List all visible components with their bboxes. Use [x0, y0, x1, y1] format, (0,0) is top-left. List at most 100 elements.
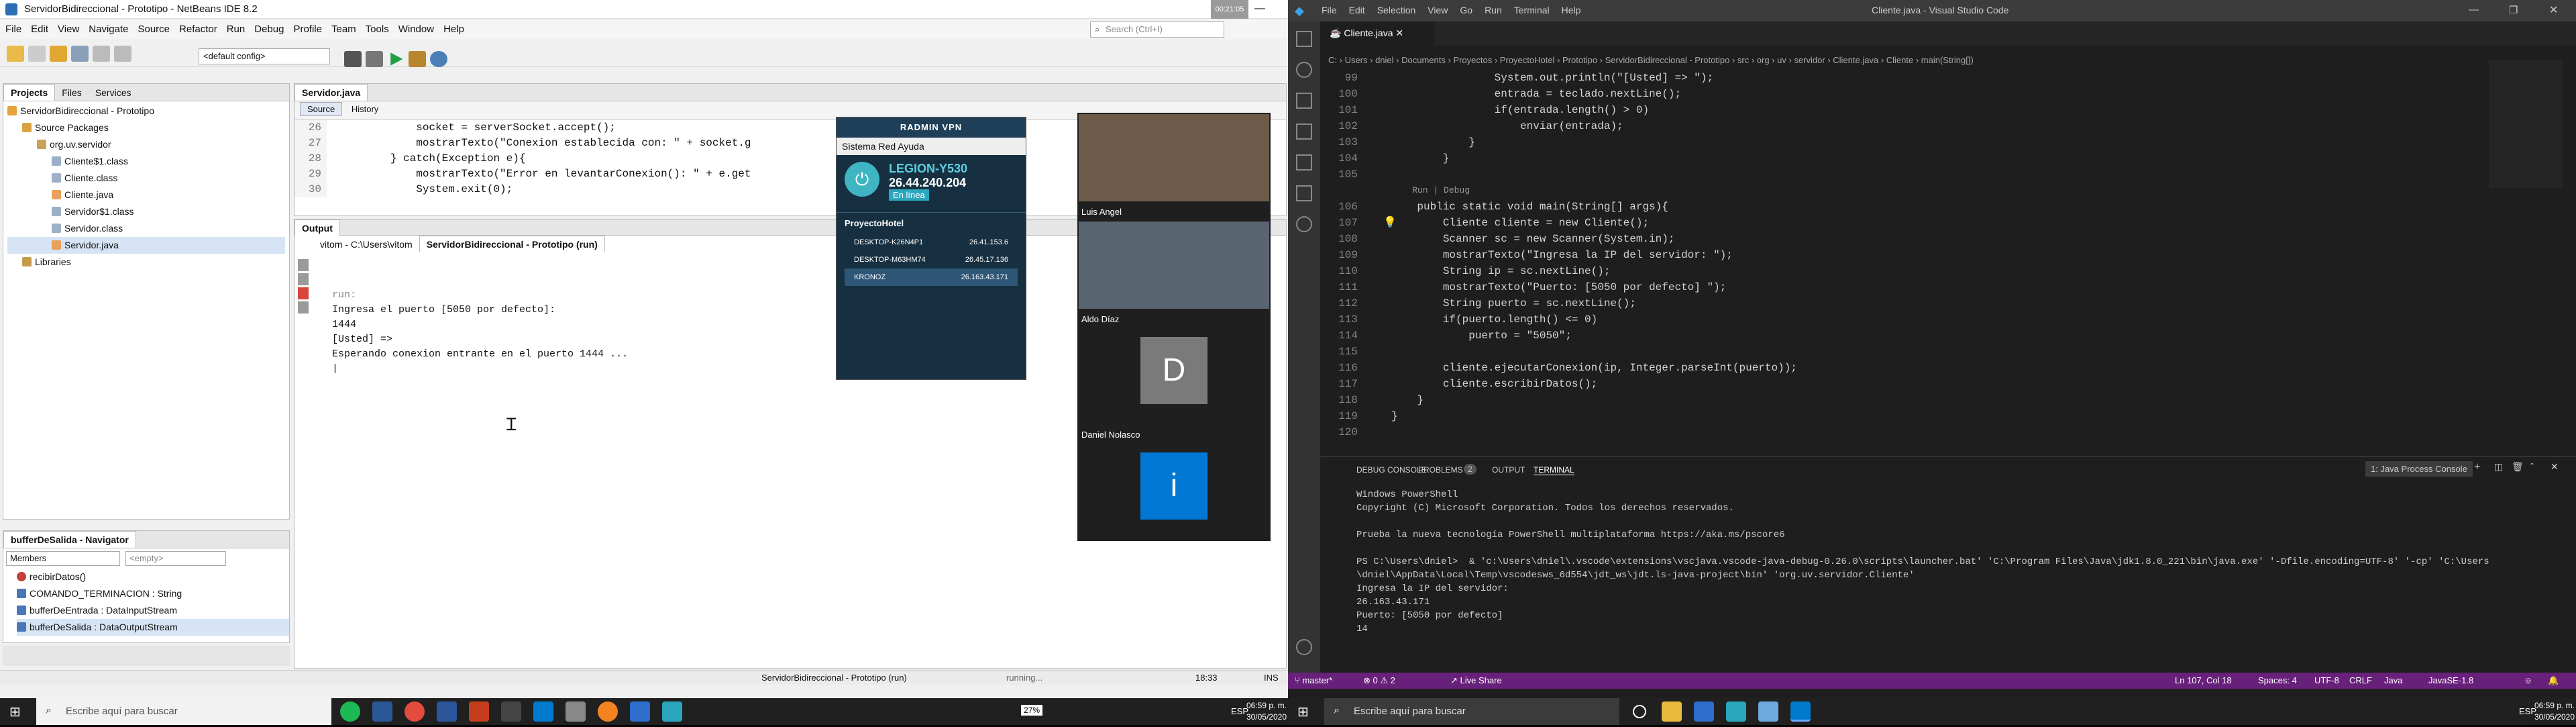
new-project-icon[interactable] [7, 46, 24, 62]
menu-view[interactable]: View [58, 20, 79, 39]
menu-go[interactable]: Go [1460, 5, 1472, 15]
language-status[interactable]: Java [2384, 673, 2402, 689]
participant-tile[interactable]: D Daniel Nolasco [1079, 337, 1269, 443]
source-control-icon[interactable] [1296, 93, 1312, 109]
profile-icon[interactable] [430, 51, 447, 67]
add-terminal-icon[interactable]: + [2474, 461, 2480, 473]
trash-icon[interactable]: 🗑 [2512, 461, 2524, 473]
tree-item[interactable]: Libraries [7, 254, 285, 271]
tab-history[interactable]: History [345, 103, 385, 115]
clock[interactable]: 06:59 p. m. 30/05/2020 [1233, 700, 1287, 723]
menu-view[interactable]: View [1428, 5, 1448, 15]
config-select[interactable]: <default config> [199, 48, 330, 64]
settings-icon[interactable] [298, 301, 309, 313]
menu-navigate[interactable]: Navigate [89, 20, 128, 39]
participant-tile[interactable]: i ibet ortiz [1079, 452, 1269, 559]
tab-projects[interactable]: Projects [3, 84, 56, 101]
menu-sistema[interactable]: Sistema [842, 141, 876, 152]
feedback-icon[interactable]: ☺ [2524, 673, 2532, 689]
tab-source[interactable]: Source [300, 102, 343, 116]
menu-run[interactable]: Run [1485, 5, 1502, 15]
navigator-filter-select[interactable]: Members [6, 551, 120, 566]
git-branch[interactable]: ⑂ master* [1295, 673, 1332, 689]
explorer-icon[interactable] [1296, 31, 1312, 47]
breadcrumb-item[interactable]: Documents [1401, 55, 1446, 65]
tree-item[interactable]: Cliente$1.class [7, 153, 285, 170]
menu-source[interactable]: Source [138, 20, 170, 39]
peer-row-selected[interactable]: KRONOZ 26.163.43.171 [845, 269, 1018, 286]
menu-red[interactable]: Red [878, 141, 896, 152]
tree-item[interactable]: Cliente.class [7, 170, 285, 187]
breadcrumb-item[interactable]: Cliente [1886, 55, 1913, 65]
new-file-icon[interactable] [28, 46, 46, 62]
clean-build-icon[interactable] [366, 51, 383, 67]
peer-row[interactable]: DESKTOP-K26N4P1 26.41.153.6 [845, 234, 1018, 251]
radmin-icon[interactable] [1726, 701, 1746, 722]
debug-icon[interactable] [409, 51, 426, 67]
jre-status[interactable]: JavaSE-1.8 [2428, 673, 2473, 689]
app-icon[interactable] [598, 701, 618, 722]
teams-icon[interactable] [630, 701, 650, 722]
vscode-icon[interactable] [533, 701, 553, 722]
app-icon[interactable] [372, 701, 392, 722]
stop-icon[interactable] [298, 287, 309, 299]
file-explorer-icon[interactable] [1662, 701, 1682, 722]
navigator-item[interactable]: COMANDO_TERMINACION : String [17, 585, 289, 602]
word-icon[interactable] [437, 701, 457, 722]
battery-indicator[interactable]: 27% [1021, 705, 1043, 716]
tree-item[interactable]: org.uv.servidor [7, 136, 285, 153]
tree-item[interactable]: Cliente.java [7, 187, 285, 203]
menu-debug[interactable]: Debug [254, 20, 284, 39]
app-icon[interactable] [566, 701, 586, 722]
peer-row[interactable]: DESKTOP-M63HM74 26.45.17.136 [845, 251, 1018, 269]
tree-item[interactable]: Servidor$1.class [7, 203, 285, 220]
breadcrumb-item[interactable]: ServidorBidireccional - Prototipo [1605, 55, 1730, 65]
bell-icon[interactable]: 🔔 [2548, 673, 2559, 689]
navigator-item[interactable]: bufferDeEntrada : DataInputStream [17, 602, 289, 619]
output-tab-terminal[interactable]: vitom - C:\Users\vitom [313, 236, 419, 252]
remote-icon[interactable] [1296, 216, 1312, 232]
close-icon[interactable]: ✕ [2549, 3, 2558, 17]
problems-status[interactable]: ⊗ 0 ⚠ 2 [1363, 673, 1395, 689]
windows-start-icon[interactable]: ⊞ [1297, 704, 1309, 720]
participant-tile[interactable]: Luis Angel [1079, 114, 1269, 220]
menu-selection[interactable]: Selection [1377, 5, 1416, 15]
minimize-icon[interactable]: — [1254, 3, 1265, 15]
breadcrumb-item[interactable]: C: [1328, 55, 1337, 65]
tab-problems[interactable]: PROBLEMS [1418, 465, 1463, 475]
menu-window[interactable]: Window [398, 20, 434, 39]
open-project-icon[interactable] [50, 46, 67, 62]
menu-tools[interactable]: Tools [366, 20, 389, 39]
split-terminal-icon[interactable]: ◫ [2494, 461, 2503, 473]
live-share[interactable]: ↗ Live Share [1450, 673, 1502, 689]
tab-terminal[interactable]: TERMINAL [1534, 465, 1574, 475]
rerun-other-icon[interactable] [298, 273, 309, 285]
menu-help[interactable]: Help [1562, 5, 1581, 15]
menu-refactor[interactable]: Refactor [179, 20, 217, 39]
vscode-icon[interactable] [1790, 701, 1811, 722]
windows-start-icon[interactable]: ⊞ [9, 704, 21, 720]
breadcrumb-item[interactable]: Proyectos [1453, 55, 1492, 65]
save-all-icon[interactable] [71, 46, 89, 62]
code-area[interactable]: 99 100 101 102 103 104 105 106 107 108 109 110 111 11… [1320, 70, 2528, 446]
minimize-icon[interactable]: — [2469, 4, 2479, 15]
lightbulb-icon[interactable]: 💡 [1383, 215, 1397, 229]
output-tab-run[interactable]: ServidorBidireccional - Prototipo (run) [419, 236, 605, 252]
cortana-icon[interactable] [1633, 705, 1646, 718]
breadcrumb-item[interactable]: org [1757, 55, 1770, 65]
breadcrumb-item[interactable]: dniel [1375, 55, 1393, 65]
rerun-icon[interactable] [298, 259, 309, 271]
radmin-icon[interactable] [662, 701, 682, 722]
menu-run[interactable]: Run [227, 20, 246, 39]
run-debug-icon[interactable] [1296, 124, 1312, 140]
extensions-icon[interactable] [1296, 154, 1312, 171]
menu-team[interactable]: Team [331, 20, 356, 39]
menu-file[interactable]: File [1322, 5, 1337, 15]
tab-services[interactable]: Services [89, 85, 138, 101]
app-icon[interactable] [501, 701, 521, 722]
navigator-item-selected[interactable]: bufferDeSalida : DataOutputStream [17, 619, 289, 636]
spotify-icon[interactable] [340, 701, 360, 722]
build-icon[interactable] [344, 51, 362, 67]
editor-tab[interactable]: Servidor.java [294, 84, 368, 101]
menu-ayuda[interactable]: Ayuda [898, 141, 924, 152]
